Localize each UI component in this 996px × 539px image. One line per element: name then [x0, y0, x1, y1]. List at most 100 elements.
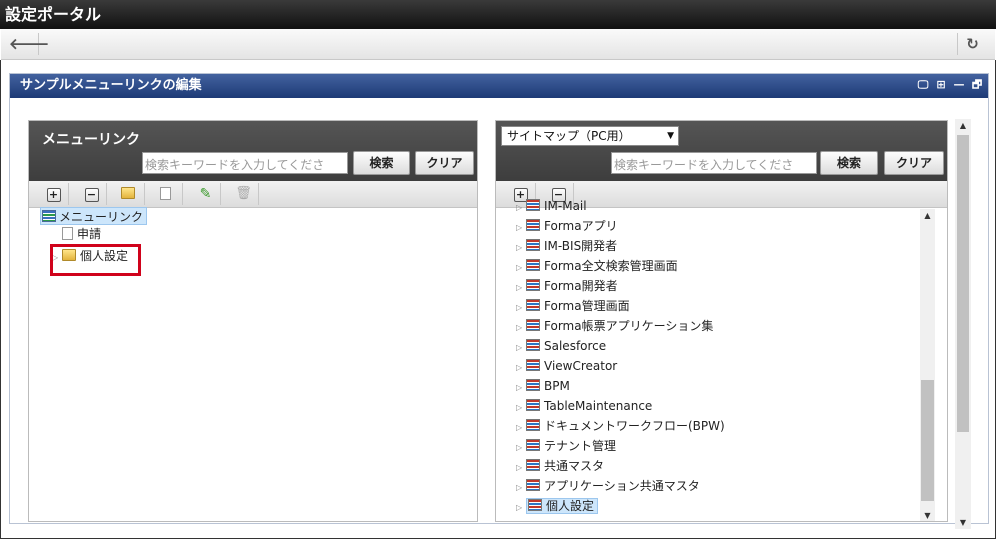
- portlet-scrollbar[interactable]: ▲ ▼: [955, 119, 971, 529]
- restore-icon[interactable]: 🗗: [970, 78, 984, 92]
- menu-icon: [526, 299, 540, 311]
- expand-icon[interactable]: ▷: [516, 319, 526, 337]
- sitemap-item[interactable]: ▷ 共通マスタ: [516, 457, 604, 475]
- expand-icon[interactable]: ▷: [516, 439, 526, 457]
- sitemap-item[interactable]: ▷ テナント管理: [516, 437, 616, 455]
- menu-link-panel: メニューリンク 検索キーワードを入力してくださ 検索 クリア + − ✎ 🗑 メ…: [28, 120, 478, 522]
- sitemap-scrollbar[interactable]: ▲ ▼: [920, 209, 935, 521]
- menu-icon: [526, 439, 540, 451]
- scroll-up-icon[interactable]: ▲: [920, 211, 935, 220]
- monitor-icon[interactable]: 🖵: [916, 78, 930, 92]
- portlet-scroll-thumb[interactable]: [957, 135, 969, 432]
- expand-icon[interactable]: ▷: [516, 499, 526, 517]
- sitemap-item[interactable]: ▷ Salesforce: [516, 337, 606, 355]
- remove-node-button[interactable]: −: [77, 183, 107, 205]
- expand-icon[interactable]: ▷: [516, 419, 526, 437]
- menu-link-panel-header: メニューリンク 検索キーワードを入力してくださ 検索 クリア: [29, 121, 477, 181]
- add-folder-button[interactable]: [115, 183, 145, 205]
- menu-icon: [526, 479, 540, 491]
- arrow-left-icon: 🡐: [9, 35, 50, 53]
- expand-icon[interactable]: ▷: [516, 459, 526, 477]
- sitemap-item-label: 共通マスタ: [544, 459, 605, 473]
- sitemap-item[interactable]: ▷ ドキュメントワークフロー(BPW): [516, 417, 725, 435]
- menu-icon: [526, 199, 540, 211]
- portlet-title: サンプルメニューリンクの編集: [20, 78, 202, 93]
- sitemap-item[interactable]: ▷ アプリケーション共通マスタ: [516, 477, 700, 495]
- expand-icon[interactable]: ▷: [516, 479, 526, 497]
- menu-link-panel-title: メニューリンク: [42, 132, 140, 148]
- sitemap-panel-header: サイトマップ（PC用） ▼ 検索キーワードを入力してくださ 検索 クリア: [496, 121, 947, 181]
- sitemap-item[interactable]: ▷ TableMaintenance: [516, 397, 652, 415]
- menu-icon: [526, 219, 540, 231]
- expand-icon[interactable]: ▷: [516, 299, 526, 317]
- sitemap-item[interactable]: ▷ 個人設定: [516, 497, 599, 517]
- menu-icon: [526, 379, 540, 391]
- menu-icon: [526, 239, 540, 251]
- maximize-icon[interactable]: ⊞: [934, 78, 948, 92]
- sitemap-scroll-thumb[interactable]: [921, 380, 934, 501]
- sitemap-item[interactable]: ▷ IM-BIS開発者: [516, 237, 617, 255]
- sitemap-item-label: TableMaintenance: [544, 399, 653, 413]
- scroll-up-icon[interactable]: ▲: [955, 121, 971, 130]
- tree-node-label: メニューリンク: [59, 210, 144, 224]
- portlet: サンプルメニューリンクの編集 🖵 ⊞ — 🗗 メニューリンク 検索キーワードを入…: [9, 73, 989, 529]
- add-page-button[interactable]: [153, 183, 183, 205]
- expand-icon[interactable]: ▷: [516, 199, 526, 217]
- sitemap-item[interactable]: ▷ Forma開発者: [516, 277, 618, 295]
- sitemap-item-label: Forma管理画面: [544, 299, 630, 313]
- menu-icon: [526, 259, 540, 271]
- sitemap-select-value: サイトマップ（PC用）: [507, 129, 631, 143]
- back-button[interactable]: 🡐: [9, 33, 49, 55]
- menu-link-search-input[interactable]: 検索キーワードを入力してくださ: [142, 152, 348, 174]
- menu-icon: [526, 419, 540, 431]
- reload-icon: ↻: [966, 35, 979, 53]
- expand-icon[interactable]: ▷: [516, 359, 526, 377]
- expand-icon[interactable]: ▷: [516, 399, 526, 417]
- page-add-icon: [160, 187, 171, 200]
- sitemap-item[interactable]: ▷ Forma全文検索管理画面: [516, 257, 678, 275]
- sitemap-item[interactable]: ▷ ViewCreator: [516, 357, 617, 375]
- sitemap-item[interactable]: ▷ Forma管理画面: [516, 297, 630, 315]
- sitemap-item-label: Salesforce: [544, 339, 607, 353]
- expand-icon[interactable]: ▷: [516, 279, 526, 297]
- expand-icon[interactable]: ▷: [516, 239, 526, 257]
- sitemap-search-button[interactable]: 検索: [820, 151, 878, 175]
- menu-icon: [526, 359, 540, 371]
- sitemap-item-label: ドキュメントワークフロー(BPW): [544, 419, 725, 433]
- scroll-down-icon[interactable]: ▼: [920, 511, 935, 520]
- expand-icon[interactable]: ▷: [516, 259, 526, 277]
- menu-link-clear-button[interactable]: クリア: [415, 151, 474, 175]
- sitemap-search-input[interactable]: 検索キーワードを入力してくださ: [611, 152, 817, 174]
- minimize-icon[interactable]: —: [952, 78, 966, 92]
- sitemap-clear-button[interactable]: クリア: [884, 151, 944, 175]
- menu-link-search-button[interactable]: 検索: [353, 151, 410, 175]
- expand-icon[interactable]: ▷: [516, 219, 526, 237]
- expand-icon[interactable]: ▷: [516, 379, 526, 397]
- menu-icon: [526, 459, 540, 471]
- sitemap-item-label: BPM: [544, 379, 570, 393]
- sitemap-item-label: Forma全文検索管理画面: [544, 259, 678, 273]
- pencil-icon: ✎: [199, 186, 212, 202]
- tree-node-application[interactable]: 申請: [62, 225, 101, 243]
- sitemap-item[interactable]: ▷ Forma帳票アプリケーション集: [516, 317, 713, 335]
- content-area: サンプルメニューリンクの編集 🖵 ⊞ — 🗗 メニューリンク 検索キーワードを入…: [0, 60, 996, 539]
- sitemap-item-label: 個人設定: [546, 499, 595, 513]
- sitemap-item[interactable]: ▷ BPM: [516, 377, 570, 395]
- expand-icon[interactable]: ▷: [516, 339, 526, 357]
- folder-add-icon: [120, 187, 135, 199]
- menu-icon: [526, 279, 540, 291]
- highlight-annotation: [50, 244, 141, 276]
- delete-button[interactable]: 🗑: [229, 183, 259, 205]
- scroll-down-icon[interactable]: ▼: [955, 518, 971, 527]
- sitemap-select[interactable]: サイトマップ（PC用） ▼: [501, 126, 679, 146]
- portlet-header: サンプルメニューリンクの編集 🖵 ⊞ — 🗗: [10, 74, 988, 98]
- sitemap-item-label: IM-Mail: [544, 199, 587, 213]
- edit-button[interactable]: ✎: [191, 183, 221, 205]
- tree-node-root[interactable]: メニューリンク: [40, 207, 148, 225]
- sitemap-item[interactable]: ▷ Formaアプリ: [516, 217, 618, 235]
- reload-button[interactable]: ↻: [957, 33, 987, 55]
- sitemap-item-label: アプリケーション共通マスタ: [544, 479, 700, 493]
- sitemap-panel: サイトマップ（PC用） ▼ 検索キーワードを入力してくださ 検索 クリア + − …: [495, 120, 948, 522]
- sitemap-item[interactable]: ▷ IM-Mail: [516, 197, 587, 215]
- add-node-button[interactable]: +: [39, 183, 69, 205]
